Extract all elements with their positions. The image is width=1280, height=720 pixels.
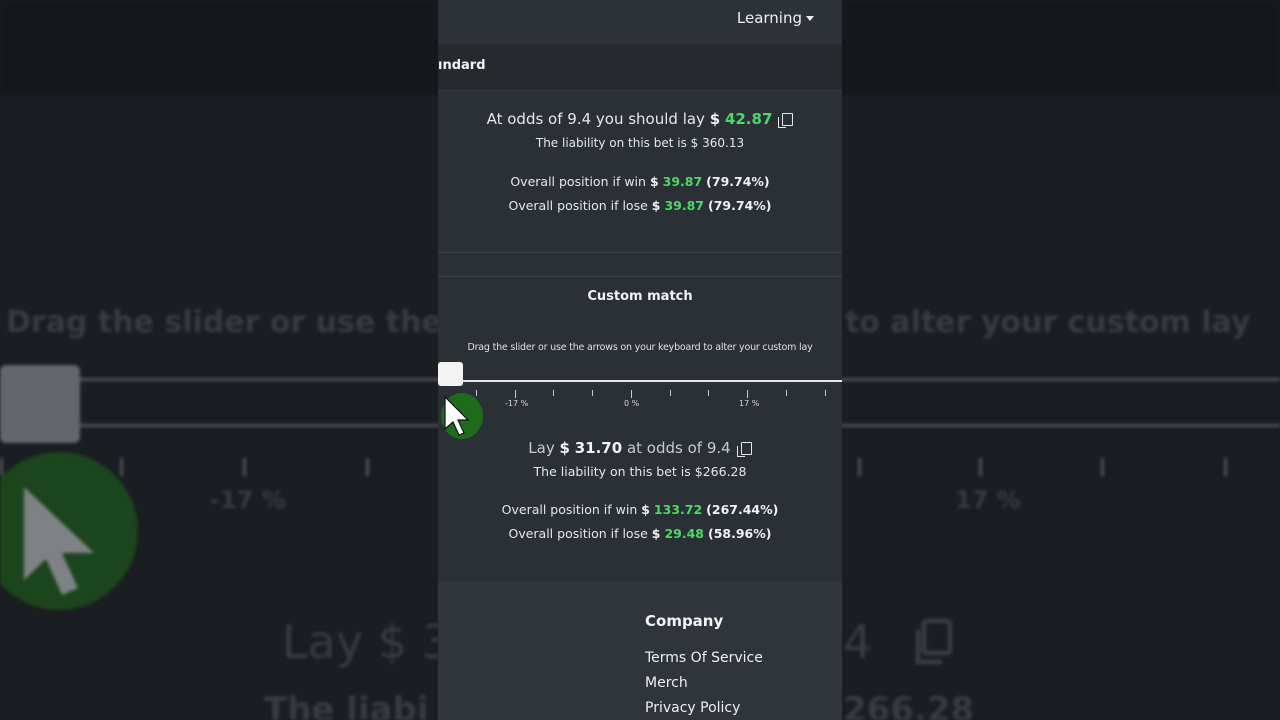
background-lay-left: Lay $ 3 — [282, 615, 451, 669]
custom-lose-amount: 29.48 — [664, 526, 705, 541]
custom-lose-label: Overall position if lose — [508, 526, 648, 541]
custom-lay-line: Lay $ 31.70 at odds of 9.4 — [438, 439, 842, 457]
slider-tick — [476, 390, 477, 396]
custom-lay-slider-handle[interactable] — [438, 362, 463, 386]
standard-win-amount: 39.87 — [662, 174, 703, 189]
background-slider-knob — [0, 365, 80, 443]
mouse-cursor-icon — [444, 396, 470, 436]
background-cursor-icon — [24, 487, 94, 595]
standard-win-label: Overall position if win — [510, 174, 646, 189]
standard-section-header: ındard — [438, 44, 842, 91]
standard-lay-line: At odds of 9.4 you should lay $ 42.87 — [438, 110, 842, 128]
standard-win-line: Overall position if win $ 39.87 (79.74%) — [438, 174, 842, 189]
standard-section-title: ındard — [438, 58, 486, 73]
standard-lay-prefix: At odds of 9.4 you should lay — [486, 110, 705, 128]
section-divider — [438, 276, 842, 277]
custom-lose-currency: $ — [651, 526, 661, 541]
caret-down-icon — [806, 16, 814, 21]
standard-lose-amount: 39.87 — [664, 198, 705, 213]
custom-lay-amount: 31.70 — [574, 439, 623, 457]
calculator-panel: Learning ındard At odds of 9.4 you shoul… — [438, 0, 842, 720]
custom-lay-odds: at odds of 9.4 — [626, 439, 731, 457]
custom-win-amount: 133.72 — [653, 502, 703, 517]
custom-lose-line: Overall position if lose $ 29.48 (58.96%… — [438, 526, 842, 541]
custom-win-label: Overall position if win — [501, 502, 638, 517]
section-divider — [438, 252, 842, 253]
custom-lay-slider-track[interactable] — [450, 380, 842, 382]
custom-liability: The liability on this bet is $266.28 — [533, 464, 747, 479]
slider-tick — [631, 390, 632, 398]
background-tick-right: 17 % — [955, 486, 1021, 514]
custom-win-percent: (267.44%) — [706, 502, 779, 517]
background-tick — [1224, 458, 1227, 476]
background-tick — [979, 458, 982, 476]
slider-tick — [747, 390, 748, 398]
standard-liability: The liability on this bet is $ 360.13 — [535, 136, 745, 150]
background-tick — [0, 458, 3, 476]
standard-lose-currency: $ — [651, 198, 661, 213]
standard-lose-percent: (79.74%) — [708, 198, 772, 213]
custom-win-line: Overall position if win $ 133.72 (267.44… — [438, 502, 842, 517]
background-tick — [858, 458, 861, 476]
background-tick — [243, 458, 246, 476]
learning-menu-label: Learning — [736, 9, 802, 27]
standard-lay-amount: 42.87 — [724, 110, 773, 128]
standard-lose-label: Overall position if lose — [508, 198, 648, 213]
slider-tick-label-negative: -17 % — [505, 399, 529, 408]
background-tick-left: -17 % — [210, 486, 286, 514]
slider-tick — [553, 390, 554, 396]
standard-win-currency: $ — [649, 174, 659, 189]
slider-tick-label-zero: 0 % — [624, 399, 640, 408]
footer-company-title: Company — [645, 612, 724, 630]
copy-icon[interactable] — [778, 113, 794, 128]
background-liability-right: 266.28 — [843, 690, 975, 720]
slider-tick — [786, 390, 787, 396]
standard-lose-line: Overall position if lose $ 39.87 (79.74%… — [438, 198, 842, 213]
background-liability-left: The liabi — [264, 690, 429, 720]
custom-instruction: Drag the slider or use the arrows on you… — [467, 342, 813, 353]
custom-lose-percent: (58.96%) — [708, 526, 772, 541]
background-copy-icon — [915, 618, 953, 665]
learning-menu[interactable]: Learning — [737, 9, 814, 27]
custom-lay-word: Lay — [528, 439, 555, 457]
slider-tick — [708, 390, 709, 396]
custom-match-title: Custom match — [587, 289, 693, 304]
standard-lay-currency: $ — [709, 110, 721, 128]
background-tick — [120, 458, 123, 476]
slider-tick — [592, 390, 593, 396]
background-lay-right: 4 — [843, 615, 873, 669]
slider-tick — [670, 390, 671, 396]
background-instruction-left: Drag the slider or use the c — [6, 305, 470, 340]
background-tick — [1101, 458, 1104, 476]
footer-link-merch[interactable]: Merch — [645, 675, 688, 691]
custom-lay-currency: $ — [559, 439, 570, 457]
slider-tick-label-positive: 17 % — [739, 399, 760, 408]
footer: Company Terms Of Service Merch Privacy P… — [438, 581, 842, 720]
footer-link-privacy[interactable]: Privacy Policy — [645, 700, 740, 716]
background-tick — [366, 458, 369, 476]
top-navigation-bar: Learning — [438, 0, 842, 44]
slider-tick — [825, 390, 826, 396]
copy-icon[interactable] — [736, 442, 752, 457]
custom-win-currency: $ — [641, 502, 650, 517]
background-instruction-right: to alter your custom lay — [845, 305, 1251, 340]
slider-tick — [515, 390, 516, 398]
standard-win-percent: (79.74%) — [706, 174, 770, 189]
footer-link-terms[interactable]: Terms Of Service — [645, 650, 763, 666]
